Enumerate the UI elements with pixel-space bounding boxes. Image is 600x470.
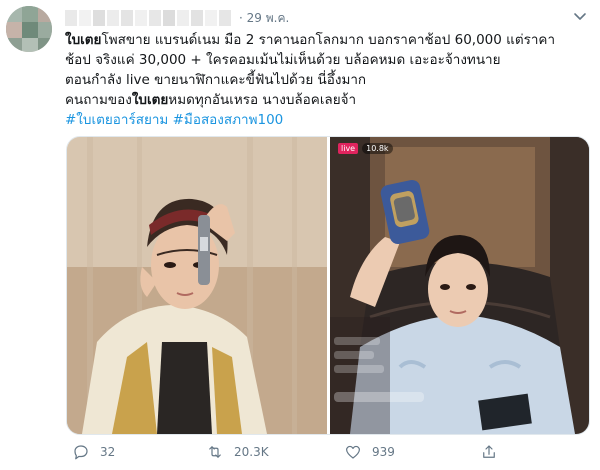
- like-button[interactable]: 939: [344, 443, 395, 461]
- retweet-button[interactable]: 20.3K: [206, 443, 269, 461]
- tweet-text-run: หมดทุกอันเหรอ นางบล้อคเลยจ้า: [168, 92, 357, 108]
- live-badge: live 10.8k: [338, 143, 393, 154]
- photo-woman-with-watch[interactable]: [67, 137, 327, 434]
- like-count: 939: [372, 445, 395, 459]
- tweet-card[interactable]: · 29 พ.ค. ใบเตยโพสขาย แบรนด์เนม มือ 2 รา…: [0, 0, 600, 470]
- share-button[interactable]: [480, 443, 498, 461]
- reply-icon: [74, 445, 88, 460]
- reply-button[interactable]: 32: [72, 443, 115, 461]
- tweet-text-run: คนถามของ: [65, 92, 132, 108]
- avatar[interactable]: [6, 6, 52, 52]
- retweet-count: 20.3K: [234, 445, 269, 459]
- tweet-text-line: ช้อป จริงแค่ 30,000 + ใครคอมเม้นไม่เห็นด…: [65, 50, 585, 70]
- tweet-text-line: ใบเตยโพสขาย แบรนด์เนม มือ 2 ราคานอกโลกมา…: [65, 30, 585, 50]
- live-viewer-count: 10.8k: [362, 143, 393, 154]
- tweet-timestamp[interactable]: · 29 พ.ค.: [239, 9, 289, 28]
- tweet-media[interactable]: live 10.8k: [66, 136, 590, 435]
- share-icon: [483, 445, 495, 458]
- live-tag: live: [338, 143, 359, 154]
- tweet-text-run: โพสขาย แบรนด์เนม มือ 2 ราคานอกโลกมาก บอก…: [101, 32, 556, 48]
- chevron-down-icon[interactable]: [572, 8, 588, 24]
- heart-icon: [346, 445, 360, 459]
- tweet-text-run: ช้อป จริงแค่ 30,000 + ใครคอมเม้นไม่เห็นด…: [65, 52, 501, 68]
- tweet-text-line: ตอนกำลัง live ขายนาฬิกาแคะขี้ฟันไปด้วย น…: [65, 70, 585, 90]
- tweet-hashtags[interactable]: #ใบเตยอาร์สยาม #มือสองสภาพ100: [65, 110, 585, 130]
- tweet-text-bold-run: ใบเตย: [131, 92, 169, 108]
- tweet-actions: 32 20.3K 939: [66, 443, 586, 463]
- tweet-text-line: คนถามของใบเตยหมดทุกอันเหรอ นางบล้อคเลยจ้…: [65, 90, 585, 110]
- tweet-text: ใบเตยโพสขาย แบรนด์เนม มือ 2 ราคานอกโลกมา…: [65, 30, 585, 130]
- author-name-pixelated[interactable]: [65, 10, 231, 26]
- tweet-header: · 29 พ.ค.: [65, 8, 289, 28]
- photo-live-stream-screenshot[interactable]: live 10.8k: [330, 137, 589, 434]
- reply-count: 32: [100, 445, 116, 459]
- tweet-text-run: ตอนกำลัง live ขายนาฬิกาแคะขี้ฟันไปด้วย น…: [65, 72, 367, 88]
- tweet-text-bold-run: ใบเตย: [65, 32, 102, 48]
- retweet-icon: [209, 446, 221, 458]
